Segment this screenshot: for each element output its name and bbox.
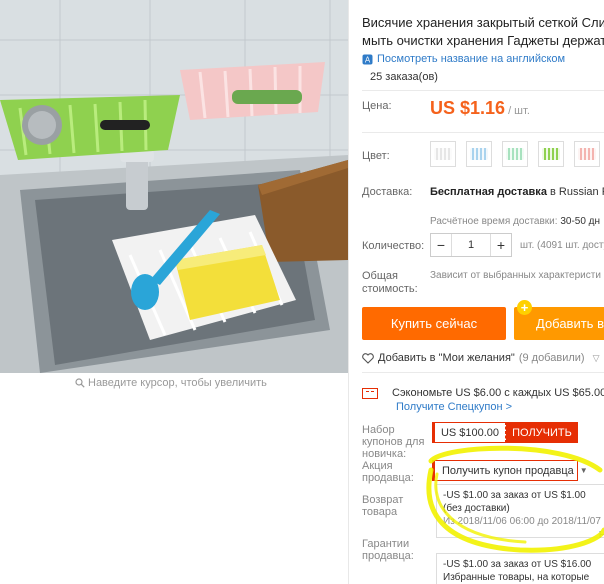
seller-coupon-label: Получить купон продавца [442, 464, 574, 477]
total-label: Общая стоимость: [362, 270, 418, 296]
delivery-time-value: 30-50 дн [557, 216, 601, 227]
cart-plus-icon: + [517, 300, 532, 315]
color-swatch-light-blue[interactable] [466, 141, 492, 167]
seller-promo-label: Акция продавца: [362, 460, 414, 484]
coupon-offer[interactable]: -US $1.00 за заказ от US $1.00 (без дост… [436, 484, 604, 541]
total-label-line-2: стоимость: [362, 283, 418, 295]
coupon-icon [362, 387, 378, 399]
offer-more-link[interactable]: Н [599, 529, 604, 542]
color-swatch-light-green[interactable] [502, 141, 528, 167]
coupon-offer[interactable]: -US $1.00 за заказ от US $16.00 Избранны… [436, 553, 604, 584]
buy-now-button[interactable]: Купить сейчас [362, 307, 506, 340]
translate-icon: A [362, 54, 373, 64]
wishlist-count: (9 добавили) [518, 352, 585, 364]
color-label: Цвет: [362, 150, 390, 162]
zoom-hint-text: Наведите курсор, чтобы увеличить [88, 377, 267, 389]
title-line-2: мыть очистки хранения Гаджеты держател [362, 33, 604, 48]
color-swatch-white[interactable] [430, 141, 456, 167]
divider [362, 90, 604, 91]
newbie-coupons-label: Набор купонов для новичка: [362, 424, 425, 460]
newbie-coupon-amount: US $100.00 [432, 422, 506, 443]
quantity-input[interactable]: 1 [451, 234, 491, 256]
wishlist-link[interactable]: Добавить в "Мои желания" (9 добавили) ▽ [362, 352, 600, 364]
shipping-free: Бесплатная доставка [430, 186, 547, 198]
get-coupon-button[interactable]: ПОЛУЧИТЬ [506, 422, 578, 443]
divider [362, 132, 604, 133]
quantity-minus-button[interactable]: − [431, 234, 451, 256]
product-image[interactable] [0, 0, 348, 373]
delivery-time-label: Расчётное время доставки: [430, 216, 558, 227]
price-label: Цена: [362, 100, 392, 112]
delivery-time: Расчётное время доставки: 30-50 дн [430, 216, 600, 227]
savings-text: Сэкономьте US $6.00 с каждых US $65.00 [392, 387, 604, 399]
svg-text:A: A [365, 55, 371, 64]
total-value: Зависит от выбранных характеристи [430, 270, 601, 281]
product-title: Висячие хранения закрытый сеткой Слив мы… [362, 14, 604, 50]
column-divider [348, 0, 349, 584]
title-line-1: Висячие хранения закрытый сеткой Слив [362, 15, 604, 30]
color-swatch-green[interactable] [538, 141, 564, 167]
translate-link[interactable]: A Посмотреть название на английском [362, 53, 565, 65]
quantity-stepper: − 1 + [430, 233, 512, 257]
heart-icon [362, 352, 374, 364]
product-info: Висячие хранения закрытый сеткой Слив мы… [362, 0, 604, 584]
quantity-available: шт. (4091 шт. досту [520, 240, 604, 251]
shipping-destination: в Russian Fede [549, 186, 604, 198]
translate-link-label: Посмотреть название на английском [377, 53, 566, 65]
color-swatches [430, 141, 600, 167]
total-label-line-1: Общая [362, 270, 398, 282]
special-coupon-link[interactable]: Получите Спецкупон > [396, 401, 512, 413]
wishlist-label: Добавить в "Мои желания" [378, 352, 515, 364]
quantity-label: Количество: [362, 240, 425, 252]
seller-coupon-dropdown[interactable]: Получить купон продавца ▼ [432, 460, 588, 481]
offer-line-1: -US $1.00 за заказ от US $16.00 [443, 559, 592, 570]
offer-validity: Из 2018/11/06 06:00 до 2018/11/07 23 [443, 516, 604, 527]
divider [362, 372, 604, 373]
dropdown-arrow-icon: ▼ [579, 466, 588, 475]
magnifier-icon [75, 378, 85, 388]
newbie-coupon: US $100.00 ПОЛУЧИТЬ [432, 422, 578, 443]
shipping-value[interactable]: Бесплатная доставка в Russian Fede [430, 186, 604, 198]
price-amount: US $1.16 [430, 98, 506, 118]
offer-line-2: (без доставки) [443, 503, 510, 514]
offer-line-2: Избранные товары, на которые [443, 572, 590, 583]
chevron-down-icon[interactable]: ▽ [593, 353, 600, 364]
guarantee-label: Гарантии продавца: [362, 538, 414, 562]
color-swatch-pink[interactable] [574, 141, 600, 167]
price-unit: / шт. [508, 105, 530, 117]
zoom-hint: Наведите курсор, чтобы увеличить [75, 377, 267, 389]
offer-line-1: -US $1.00 за заказ от US $1.00 [443, 490, 586, 501]
savings-banner: Сэкономьте US $6.00 с каждых US $65.00 [362, 387, 604, 399]
returns-label: Возврат товара [362, 494, 404, 518]
orders-count: 25 заказа(ов) [370, 71, 438, 83]
shipping-label: Доставка: [362, 186, 413, 198]
quantity-plus-button[interactable]: + [491, 234, 511, 256]
price-value: US $1.16/ шт. [430, 98, 530, 119]
